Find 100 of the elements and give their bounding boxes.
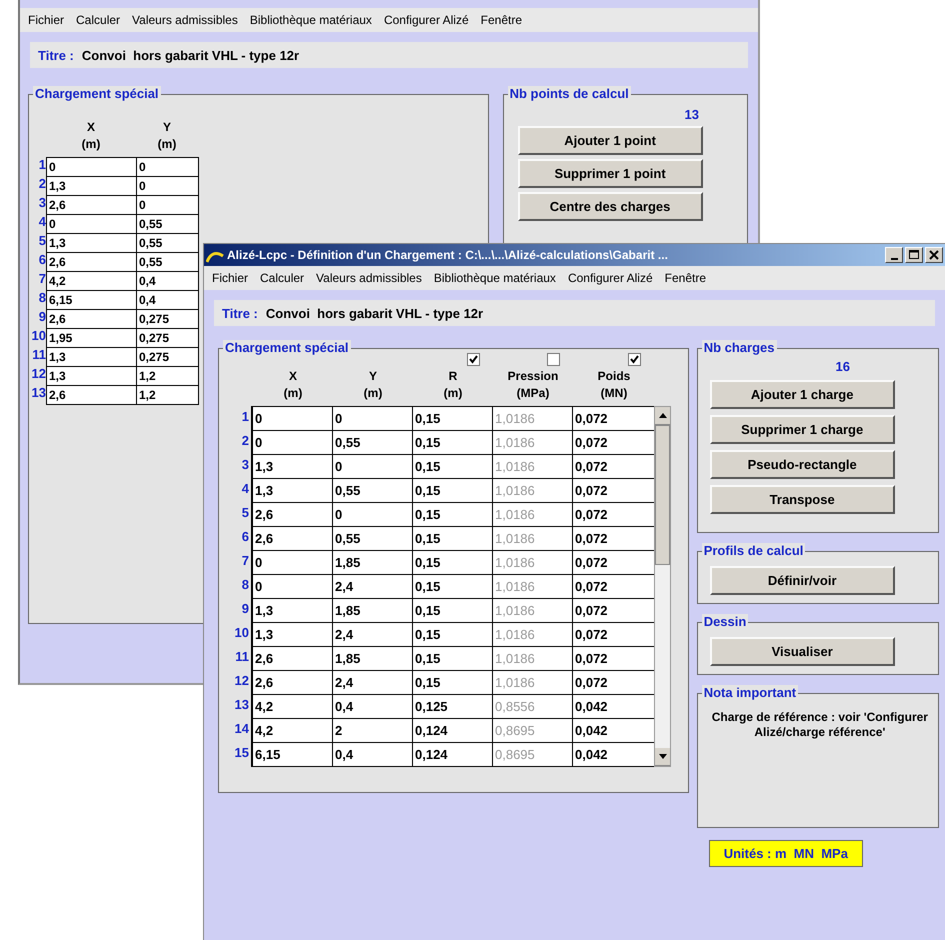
table-cell[interactable]: 1,85 xyxy=(332,598,413,623)
table-cell[interactable]: 0,15 xyxy=(412,574,493,599)
table-cell[interactable]: 0,4 xyxy=(136,271,199,291)
checkbox[interactable] xyxy=(628,353,640,366)
table-cell[interactable]: 0,042 xyxy=(572,718,655,743)
action-button[interactable]: Supprimer 1 charge xyxy=(710,415,895,444)
table-cell[interactable]: 0 xyxy=(252,430,333,455)
table-cell[interactable]: 6,15 xyxy=(46,290,137,310)
menu-item[interactable]: Bibliothèque matériaux xyxy=(434,271,556,285)
menu-item[interactable]: Fichier xyxy=(28,13,64,27)
table-cell[interactable]: 1,3 xyxy=(46,176,137,196)
table-cell[interactable]: 0,15 xyxy=(412,526,493,551)
table-cell[interactable]: 0,15 xyxy=(412,646,493,671)
table-cell[interactable]: 0,55 xyxy=(332,430,413,455)
table-cell[interactable]: 0,4 xyxy=(332,742,413,767)
table-cell[interactable]: 0 xyxy=(252,550,333,575)
table-cell[interactable]: 0 xyxy=(252,574,333,599)
table-cell[interactable]: 0,55 xyxy=(136,252,199,272)
table-cell[interactable]: 0,15 xyxy=(412,454,493,479)
scroll-thumb[interactable] xyxy=(655,425,670,565)
table-cell[interactable]: 0 xyxy=(46,214,137,234)
vertical-scrollbar[interactable] xyxy=(654,406,671,767)
table-cell[interactable]: 4,2 xyxy=(46,271,137,291)
table-cell[interactable]: 0 xyxy=(332,502,413,527)
table-cell[interactable]: 0,4 xyxy=(332,694,413,719)
table-cell[interactable]: 0 xyxy=(136,176,199,196)
table-cell[interactable]: 1,3 xyxy=(252,598,333,623)
table-cell[interactable]: 0,072 xyxy=(572,454,655,479)
table-cell[interactable]: 2,4 xyxy=(332,574,413,599)
table-cell[interactable]: 4,2 xyxy=(252,694,333,719)
close-button[interactable] xyxy=(925,247,943,263)
action-button[interactable]: Pseudo-rectangle xyxy=(710,450,895,479)
table-cell[interactable]: 2,6 xyxy=(46,385,137,405)
table-cell[interactable]: 1,2 xyxy=(136,385,199,405)
menu-item[interactable]: Configurer Alizé xyxy=(568,271,653,285)
action-button[interactable]: Visualiser xyxy=(710,637,895,666)
table-cell[interactable]: 0,125 xyxy=(412,694,493,719)
table-cell[interactable]: 0,4 xyxy=(136,290,199,310)
maximize-button[interactable] xyxy=(905,247,923,263)
table-cell[interactable]: 0,15 xyxy=(412,622,493,647)
table-cell[interactable]: 0,072 xyxy=(572,622,655,647)
menu-item[interactable]: Valeurs admissibles xyxy=(132,13,238,27)
scroll-down-icon[interactable] xyxy=(655,748,670,766)
table-cell[interactable]: 0,275 xyxy=(136,309,199,329)
table-cell[interactable]: 0,124 xyxy=(412,742,493,767)
table-cell[interactable]: 1,3 xyxy=(252,478,333,503)
table-cell[interactable]: 2,6 xyxy=(252,670,333,695)
table-cell[interactable]: 0,15 xyxy=(412,598,493,623)
table-cell[interactable]: 0,072 xyxy=(572,526,655,551)
table-cell[interactable]: 0,275 xyxy=(136,347,199,367)
table-cell[interactable]: 1,3 xyxy=(252,454,333,479)
table-cell[interactable]: 0,042 xyxy=(572,694,655,719)
scroll-up-icon[interactable] xyxy=(655,407,670,425)
table-cell[interactable]: 0,15 xyxy=(412,430,493,455)
table-cell[interactable]: 0,072 xyxy=(572,406,655,431)
table-cell[interactable]: 0 xyxy=(46,157,137,177)
table-cell[interactable]: 6,15 xyxy=(252,742,333,767)
table-cell[interactable]: 0,15 xyxy=(412,502,493,527)
menu-item[interactable]: Calculer xyxy=(76,13,120,27)
table-cell[interactable]: 1,2 xyxy=(136,366,199,386)
action-button[interactable]: Centre des charges xyxy=(518,192,703,221)
table-cell[interactable]: 2 xyxy=(332,718,413,743)
menu-item[interactable]: Valeurs admissibles xyxy=(316,271,422,285)
table-cell[interactable]: 0 xyxy=(332,454,413,479)
table-cell[interactable]: 0,15 xyxy=(412,406,493,431)
table-cell[interactable]: 1,85 xyxy=(332,550,413,575)
table-cell[interactable]: 0,072 xyxy=(572,478,655,503)
action-button[interactable]: Définir/voir xyxy=(710,566,895,595)
table-cell[interactable]: 0 xyxy=(252,406,333,431)
table-cell[interactable]: 0,072 xyxy=(572,550,655,575)
table-cell[interactable]: 1,3 xyxy=(46,366,137,386)
table-cell[interactable]: 1,95 xyxy=(46,328,137,348)
table-cell[interactable]: 0,072 xyxy=(572,502,655,527)
table-cell[interactable]: 4,2 xyxy=(252,718,333,743)
table-cell[interactable]: 0,072 xyxy=(572,670,655,695)
table-cell[interactable]: 0,275 xyxy=(136,328,199,348)
menu-item[interactable]: Fichier xyxy=(212,271,248,285)
action-button[interactable]: Supprimer 1 point xyxy=(518,159,703,188)
table-cell[interactable]: 1,85 xyxy=(332,646,413,671)
table-cell[interactable]: 0 xyxy=(136,157,199,177)
action-button[interactable]: Ajouter 1 point xyxy=(518,126,703,155)
minimize-button[interactable] xyxy=(885,247,903,263)
table-cell[interactable]: 2,6 xyxy=(252,526,333,551)
table-cell[interactable]: 0,072 xyxy=(572,430,655,455)
table-cell[interactable]: 0,124 xyxy=(412,718,493,743)
table-cell[interactable]: 0,072 xyxy=(572,646,655,671)
table-cell[interactable]: 2,6 xyxy=(46,309,137,329)
table-cell[interactable]: 0,55 xyxy=(136,233,199,253)
table-cell[interactable]: 0,55 xyxy=(332,526,413,551)
action-button[interactable]: Ajouter 1 charge xyxy=(710,380,895,409)
menu-item[interactable]: Configurer Alizé xyxy=(384,13,469,27)
table-cell[interactable]: 0,55 xyxy=(136,214,199,234)
table-cell[interactable]: 1,3 xyxy=(46,347,137,367)
table-cell[interactable]: 0 xyxy=(332,406,413,431)
checkbox[interactable] xyxy=(546,353,560,366)
table-cell[interactable]: 0,072 xyxy=(572,598,655,623)
action-button[interactable]: Transpose xyxy=(710,485,895,514)
menu-item[interactable]: Fenêtre xyxy=(480,13,522,27)
table-cell[interactable]: 1,3 xyxy=(46,233,137,253)
table-cell[interactable]: 1,3 xyxy=(252,622,333,647)
